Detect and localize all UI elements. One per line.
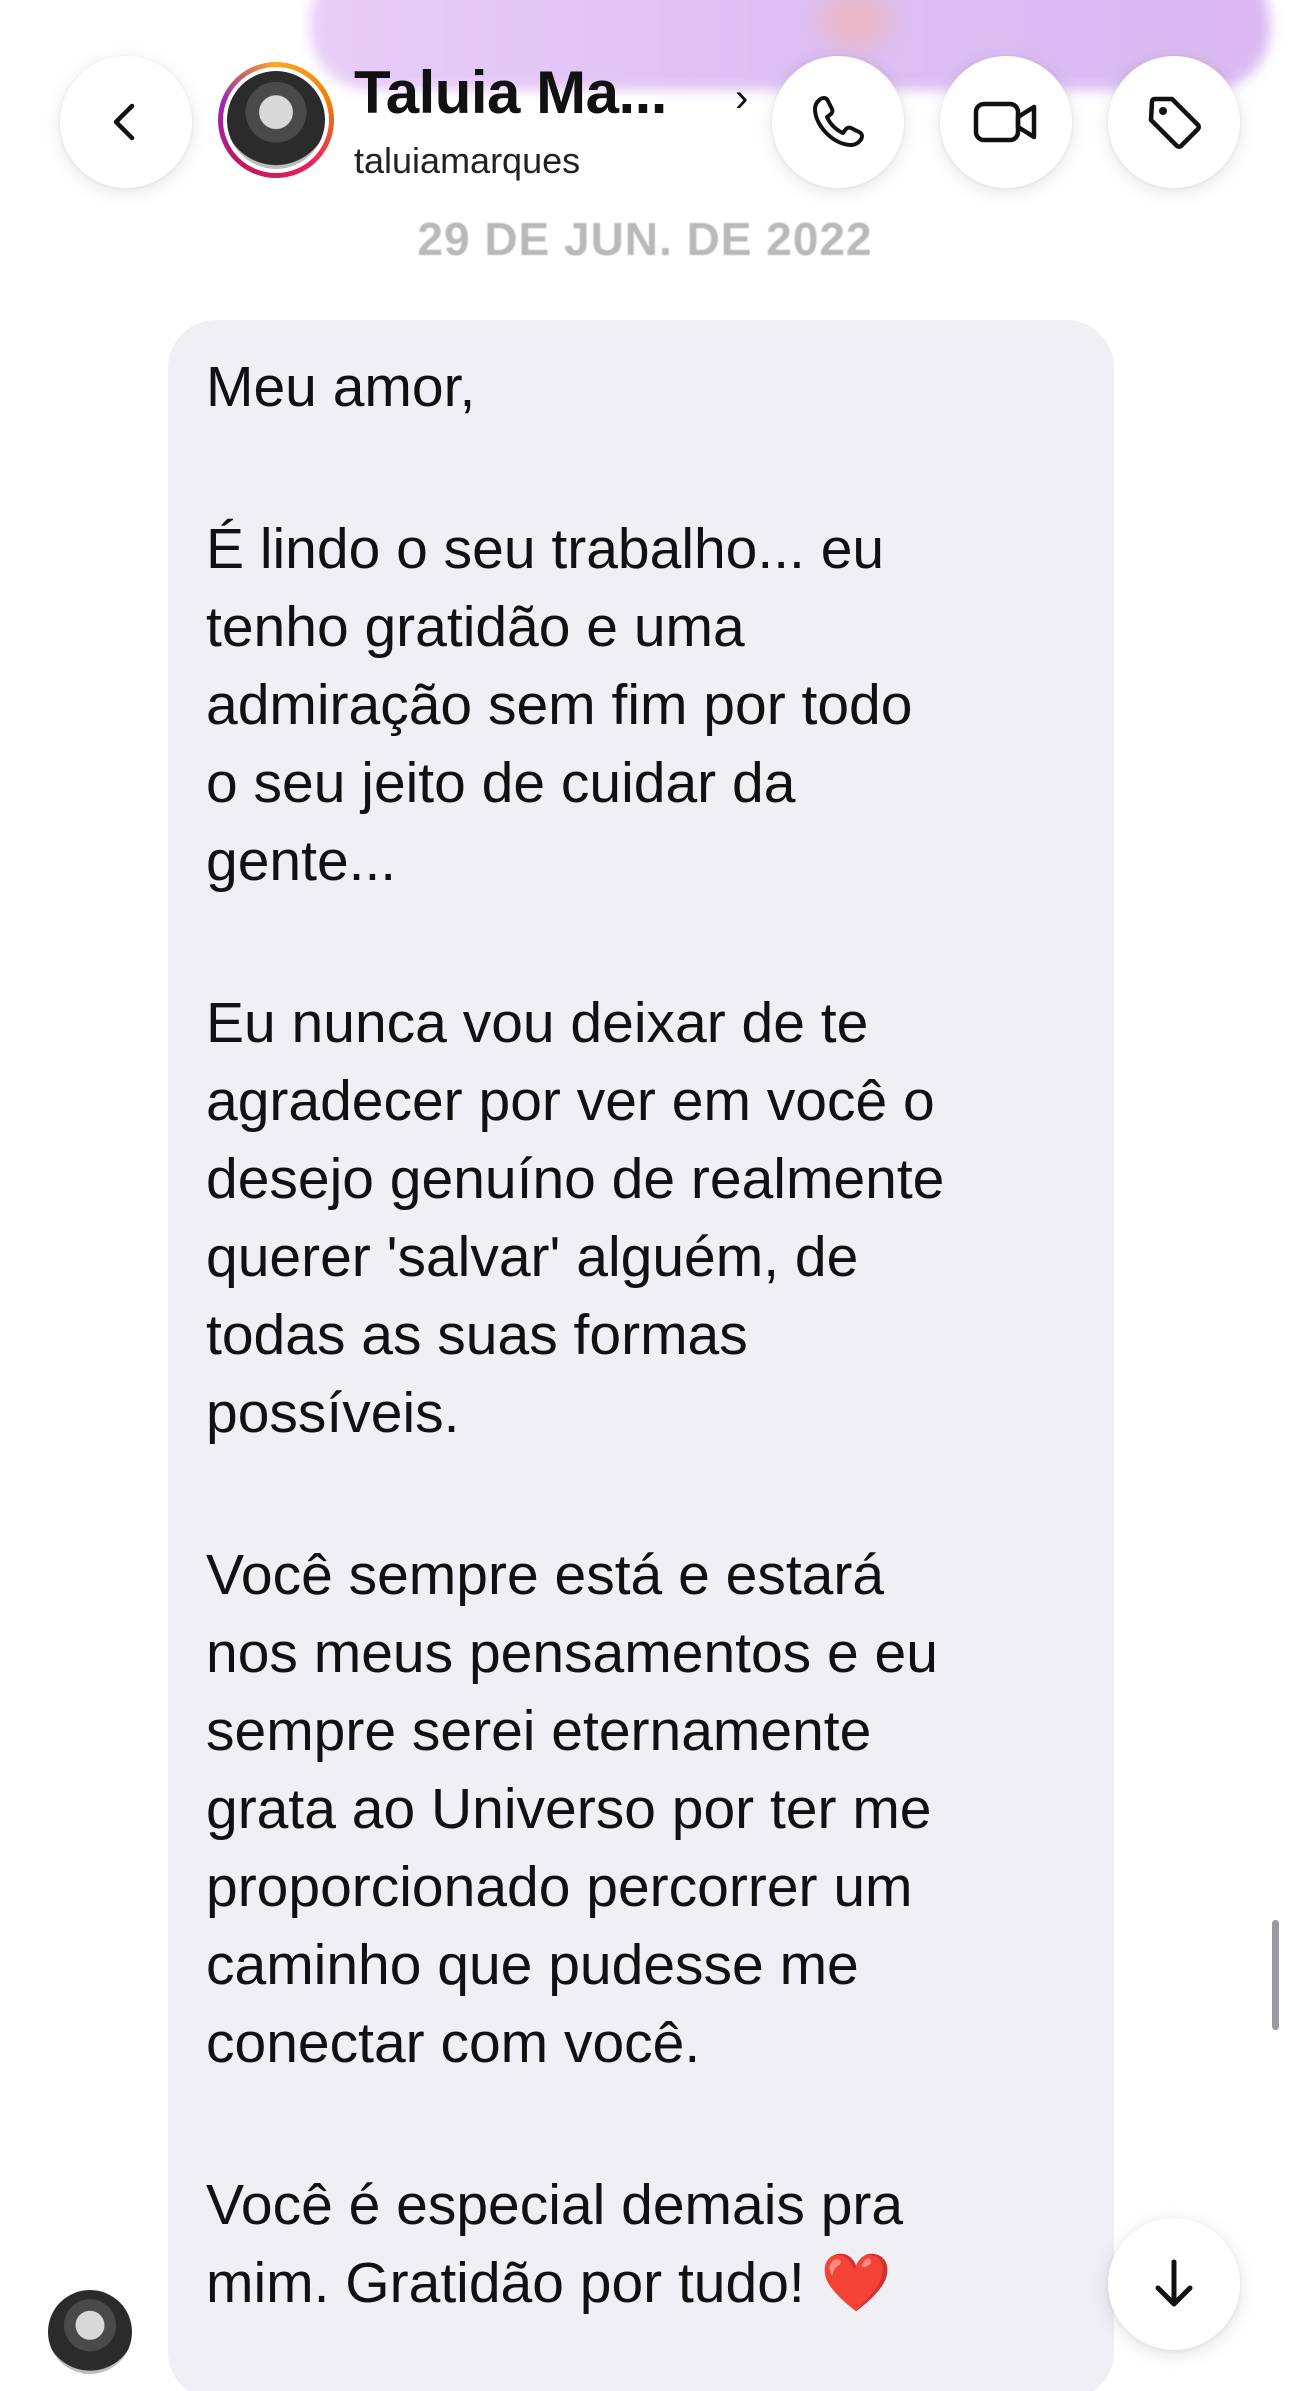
back-button[interactable] — [60, 56, 192, 188]
message-bubble[interactable]: Meu amor, É lindo o seu trabalho... eu t… — [168, 320, 1114, 2391]
message-line: querer 'salvar' alguém, de — [206, 1225, 859, 1289]
message-line: Meu amor, — [206, 355, 476, 419]
message-line: grata ao Universo por ter me — [206, 1777, 932, 1841]
video-call-button[interactable] — [940, 56, 1072, 188]
message-line: conectar com você. — [206, 2011, 701, 2075]
message-line: proporcionado percorrer um — [206, 1855, 913, 1919]
sender-avatar[interactable] — [48, 2290, 132, 2374]
message-line: nos meus pensamentos e eu — [206, 1621, 938, 1685]
video-camera-icon — [973, 101, 1037, 143]
avatar-border — [223, 67, 329, 173]
message-line: Eu nunca vou deixar de te — [206, 991, 869, 1055]
contact-details-chevron-icon[interactable]: › — [735, 76, 748, 121]
arrow-down-icon — [1155, 2259, 1193, 2307]
scroll-to-bottom-button[interactable] — [1108, 2218, 1240, 2350]
dm-thread-screen: Taluia Ma... › taluiamarques 29 DE JUN. … — [0, 0, 1290, 2391]
phone-icon — [813, 96, 864, 147]
message-line: possíveis. — [206, 1381, 460, 1445]
scrollbar[interactable] — [1272, 1920, 1279, 2030]
message-line: caminho que pudesse me — [206, 1933, 859, 1997]
message-line: tenho gratidão e uma — [206, 595, 745, 659]
message-line: Você sempre está e estará — [206, 1543, 885, 1607]
tag-button[interactable] — [1108, 56, 1240, 188]
contact-handle[interactable]: taluiamarques — [354, 140, 580, 182]
message-line: É lindo o seu trabalho... eu — [206, 517, 885, 581]
message-line: o seu jeito de cuidar da — [206, 751, 796, 815]
chevron-left-icon — [113, 103, 135, 141]
avatar-photo — [227, 71, 325, 169]
audio-call-button[interactable] — [772, 56, 904, 188]
message-line: admiração sem fim por todo — [206, 673, 913, 737]
message-line: agradecer por ver em você o — [206, 1069, 935, 1133]
message-line: mim. Gratidão por tudo! ❤️ — [206, 2251, 892, 2315]
contact-avatar[interactable] — [218, 62, 334, 178]
message-line: todas as suas formas — [206, 1303, 748, 1367]
message-line: Você é especial demais pra — [206, 2173, 904, 2237]
tag-icon — [1148, 96, 1201, 149]
message-line: sempre serei eternamente — [206, 1699, 872, 1763]
conversation-date: 29 DE JUN. DE 2022 — [417, 213, 873, 265]
message-line: desejo genuíno de realmente — [206, 1147, 945, 1211]
contact-name[interactable]: Taluia Ma... — [354, 58, 667, 127]
message-line: gente... — [206, 829, 397, 893]
